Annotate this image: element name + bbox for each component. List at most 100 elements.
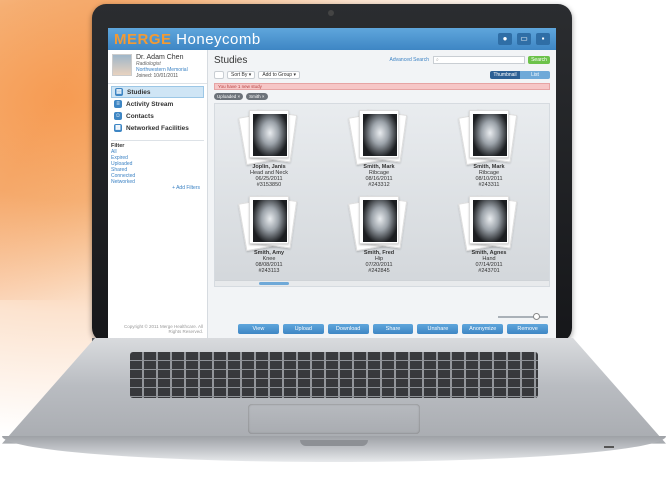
sidebar-nav: ▤ Studies ≡ Activity Stream ☺ Contacts ▦… <box>108 84 207 136</box>
study-caption: Smith, Fred Hip 07/20/2011 #242845 <box>329 250 429 274</box>
xray-thumbnail <box>359 196 399 244</box>
studies-toolbar: Sort By ▾ Add to Group ▾ Thumbnail List <box>214 70 550 80</box>
add-filters-link[interactable]: + Add Filters <box>111 185 204 191</box>
study-caption: Smith, Mark Ribcage 08/16/2011 #243312 <box>329 164 429 188</box>
study-tile[interactable]: Smith, Mark Ribcage 08/16/2011 #243312 <box>329 109 429 188</box>
studies-header: Studies Advanced Search ⌕ Search <box>214 53 550 67</box>
filter-tag-smith[interactable]: Smith × <box>246 93 268 100</box>
xray-stack <box>458 109 518 166</box>
webcam-icon <box>328 10 334 16</box>
sidebar-item-label: Contacts <box>126 112 154 120</box>
zoom-slider[interactable] <box>498 313 548 320</box>
select-all-checkbox[interactable] <box>214 71 224 79</box>
study-id: #243312 <box>368 182 390 188</box>
zoom-slider-knob[interactable] <box>533 313 540 320</box>
anonymize-button[interactable]: Anonymize <box>462 324 504 334</box>
touchpad <box>248 404 420 434</box>
study-tile[interactable]: Smith, Agnes Hand 07/14/2011 #243701 <box>439 195 539 274</box>
profile-name: Dr. Adam Chen <box>136 54 184 61</box>
action-bar: View Upload Download Share Unshare Anony… <box>238 324 549 334</box>
view-button[interactable]: View <box>238 324 279 334</box>
xray-thumbnail <box>249 110 289 158</box>
xray-image <box>473 200 507 242</box>
xray-image <box>253 200 287 242</box>
logo-honeycomb: Honeycomb <box>171 30 261 48</box>
share-button[interactable]: Share <box>372 324 414 334</box>
study-caption: Smith, Agnes Hand 07/14/2011 #243701 <box>439 250 539 274</box>
list-view-button[interactable]: List <box>520 71 550 79</box>
scrollbar-thumb[interactable] <box>259 282 289 285</box>
study-tile[interactable]: Smith, Fred Hip 07/20/2011 #242845 <box>329 195 429 274</box>
studies-icon: ▤ <box>115 88 123 96</box>
xray-image <box>473 114 507 156</box>
chat-icon[interactable]: ▪ <box>536 33 550 45</box>
advanced-search-link[interactable]: Advanced Search <box>390 57 429 63</box>
xray-stack <box>458 195 518 252</box>
studies-main: Studies Advanced Search ⌕ Search Sort By… <box>208 50 556 338</box>
xray-thumbnail <box>469 110 509 158</box>
new-study-banner[interactable]: You have 1 new study <box>214 83 550 90</box>
profile-card: Dr. Adam Chen Radiologist Northwestern M… <box>108 50 207 84</box>
study-tile[interactable]: Joplin, Janis Head and Neck 06/25/2011 #… <box>219 109 319 188</box>
user-icon[interactable]: ● <box>498 33 512 45</box>
sidebar-item-label: Studies <box>127 88 151 96</box>
thumbnail-view-button[interactable]: Thumbnail <box>490 71 520 79</box>
xray-stack <box>238 195 298 252</box>
sort-by-label: Sort By <box>231 72 248 78</box>
study-caption: Smith, Amy Knee 08/08/2011 #243113 <box>219 250 319 274</box>
active-filter-tags: Uploaded × Smith × <box>214 93 550 100</box>
profile-info: Dr. Adam Chen Radiologist Northwestern M… <box>136 54 188 79</box>
sidebar-item-studies[interactable]: ▤ Studies <box>111 86 204 98</box>
study-id: #242845 <box>368 268 390 274</box>
horizontal-scrollbar[interactable] <box>215 280 549 286</box>
studies-grid: Joplin, Janis Head and Neck 06/25/2011 #… <box>214 103 550 287</box>
download-button[interactable]: Download <box>327 324 369 334</box>
xray-stack <box>348 109 408 166</box>
study-caption: Smith, Mark Ribcage 08/10/2011 #243311 <box>439 164 539 188</box>
avatar[interactable] <box>112 54 132 76</box>
app-logo: MERGE Honeycomb <box>114 31 261 48</box>
xray-image <box>363 200 397 242</box>
sidebar-item-contacts[interactable]: ☺ Contacts <box>111 110 204 122</box>
search-input[interactable]: ⌕ <box>433 56 525 64</box>
study-id: #243113 <box>258 268 280 274</box>
facilities-icon: ▦ <box>114 124 122 132</box>
view-toggle: Thumbnail List <box>490 71 550 79</box>
laptop-screen: MERGE Honeycomb ● ▭ ▪ Dr. Adam Chen Radi… <box>108 28 556 338</box>
upload-button[interactable]: Upload <box>282 324 324 334</box>
study-id: #243701 <box>478 268 500 274</box>
unshare-button[interactable]: Unshare <box>417 324 459 334</box>
filter-tag-uploaded[interactable]: Uploaded × <box>214 93 244 100</box>
app-topbar: MERGE Honeycomb ● ▭ ▪ <box>108 28 556 50</box>
logo-merge: MERGE <box>114 30 172 48</box>
xray-thumbnail <box>359 110 399 158</box>
study-tile[interactable]: Smith, Amy Knee 08/08/2011 #243113 <box>219 195 319 274</box>
add-to-group-label: Add to Group <box>262 72 293 78</box>
lid-notch <box>300 440 368 446</box>
marketing-stage: MERGE Honeycomb ● ▭ ▪ Dr. Adam Chen Radi… <box>0 0 668 496</box>
study-tile[interactable]: Smith, Mark Ribcage 08/10/2011 #243311 <box>439 109 539 188</box>
sidebar: Dr. Adam Chen Radiologist Northwestern M… <box>108 50 208 338</box>
search-icon: ⌕ <box>436 57 439 63</box>
sidebar-item-networked-facilities[interactable]: ▦ Networked Facilities <box>111 122 204 134</box>
xray-image <box>363 114 397 156</box>
sort-by-dropdown[interactable]: Sort By ▾ <box>227 71 256 79</box>
sidebar-item-activity-stream[interactable]: ≡ Activity Stream <box>111 98 204 110</box>
xray-stack <box>238 109 298 166</box>
status-led <box>604 446 614 448</box>
sidebar-item-label: Activity Stream <box>126 100 174 108</box>
keyboard-rows <box>130 352 538 398</box>
study-id: #243311 <box>478 182 500 188</box>
search-button[interactable]: Search <box>528 56 550 64</box>
page-title: Studies <box>214 54 248 66</box>
add-to-group-dropdown[interactable]: Add to Group ▾ <box>258 71 300 79</box>
topbar-icons: ● ▭ ▪ <box>498 33 550 45</box>
study-id: #3153850 <box>256 182 282 188</box>
monitor-icon[interactable]: ▭ <box>517 33 531 45</box>
study-caption: Joplin, Janis Head and Neck 06/25/2011 #… <box>219 164 319 188</box>
xray-thumbnail <box>469 196 509 244</box>
profile-joined: Joined: 10/01/2011 <box>136 73 179 79</box>
app-body: Dr. Adam Chen Radiologist Northwestern M… <box>108 50 556 338</box>
remove-button[interactable]: Remove <box>507 324 549 334</box>
filter-panel: Filter All Expired Uploaded Shared Conne… <box>111 140 204 191</box>
